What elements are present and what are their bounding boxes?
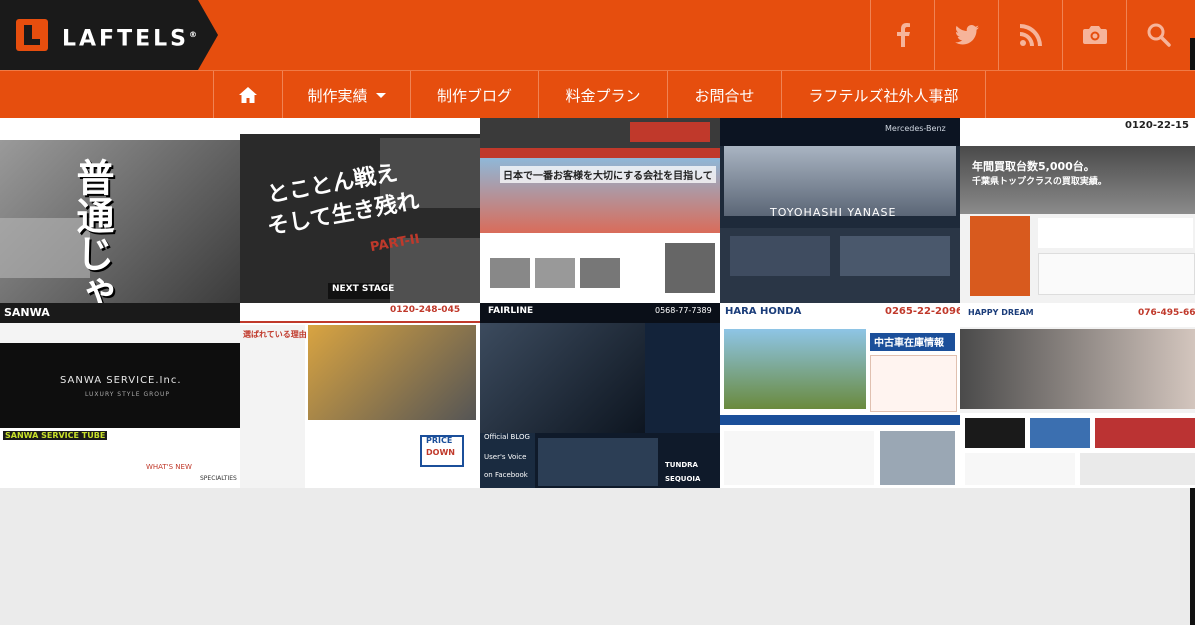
twitter-button[interactable] [934,0,999,70]
work-1-title: 普通じゃない [70,158,114,303]
header-bar: LAFTELS® [0,0,1195,70]
work-6-specialties: SPECIALTIES [200,475,237,482]
work-5-line2: 千葉県トップクラスの買取実績。 [972,177,1107,187]
nav-works[interactable]: 制作実績 [283,71,411,119]
camera-button[interactable] [1062,0,1127,70]
search-button[interactable] [1126,0,1191,70]
rss-button[interactable] [998,0,1063,70]
work-thumbnail-3[interactable]: 日本で一番お客様を大切にする会社を目指して [480,118,720,303]
work-8-phone: 0568-77-7389 [655,306,712,315]
work-3-banner: 日本で一番お客様を大切にする会社を目指して [500,166,716,183]
work-4-brand: Mercedes-Benz [885,124,946,133]
rss-icon [1020,24,1042,46]
work-9-brand: HARA HONDA [725,306,802,317]
work-8-sequoia: SEQUOIA [665,475,701,483]
work-6-news: WHAT'S NEW [146,463,192,471]
twitter-icon [955,25,979,45]
nav-home[interactable] [213,71,283,119]
work-thumbnail-1[interactable]: 普通じゃない [0,118,240,303]
home-icon [239,87,257,103]
work-10-brand: HAPPY DREAM [968,308,1034,317]
work-9-phone: 0265-22-2096 [885,306,960,317]
work-7-phone: 0120-248-045 [390,305,461,315]
main-nav: 制作実績 制作ブログ 料金プラン お問合せ ラフテルズ社外人事部 [0,70,1195,119]
work-8-brand: FAIRLINE [488,306,534,316]
nav-contact-label: お問合せ [694,86,755,105]
work-8-facebook: on Facebook [484,471,528,479]
work-5-line1: 年間買取台数5,000台。 [972,160,1095,173]
facebook-button[interactable] [870,0,935,70]
work-thumbnail-7[interactable]: 0120-248-045 選ばれている理由 PRICE DOWN [240,303,480,488]
nav-blog[interactable]: 制作ブログ [411,71,539,119]
nav-recruit[interactable]: ラフテルズ社外人事部 [782,71,986,119]
work-thumbnail-5[interactable]: 0120-22-15 年間買取台数5,000台。 千葉県トップクラスの買取実績。 [960,118,1195,303]
work-6-tube: SANWA SERVICE TUBE [3,431,108,440]
work-7-badge-bottom: DOWN [426,448,455,457]
work-7-heading: 選ばれている理由 [243,330,307,339]
laftels-mark-icon [16,19,48,51]
work-9-stock: 中古車在庫情報 [874,338,944,349]
facebook-icon [897,23,910,47]
work-5-phone: 0120-22-15 [1125,120,1189,131]
work-8-blog: Official BLOG [484,433,530,441]
work-thumbnail-8[interactable]: FAIRLINE 0568-77-7389 Official BLOG User… [480,303,720,488]
work-7-badge-top: PRICE [426,436,453,445]
logo[interactable]: LAFTELS® [0,0,218,70]
work-thumbnail-10[interactable]: HAPPY DREAM 076-495-66 [960,303,1195,488]
works-gallery: 普通じゃない とことん戦え そして生き残れ PART-II NEXT STAGE… [0,118,1195,488]
nav-contact[interactable]: お問合せ [668,71,782,119]
work-thumbnail-9[interactable]: HARA HONDA 0265-22-2096 中古車在庫情報 [720,303,960,488]
work-8-tundra: TUNDRA [665,461,698,469]
nav-recruit-label: ラフテルズ社外人事部 [808,86,959,105]
work-4-caption: TOYOHASHI YANASE [770,206,897,219]
nav-works-label: 制作実績 [307,86,368,105]
chevron-down-icon [375,92,386,98]
work-thumbnail-4[interactable]: Mercedes-Benz TOYOHASHI YANASE [720,118,960,303]
nav-blog-label: 制作ブログ [436,86,512,105]
logo-text: LAFTELS® [62,26,197,52]
work-6-company: SANWA SERVICE.Inc. [60,375,182,386]
work-6-sub: LUXURY STYLE GROUP [85,391,171,398]
search-icon [1147,23,1171,47]
camera-icon [1083,26,1107,44]
work-2-cta: NEXT STAGE [332,284,395,294]
work-8-voice: User's Voice [484,453,527,461]
nav-pricing[interactable]: 料金プラン [539,71,668,119]
work-10-phone: 076-495-66 [1138,308,1195,318]
nav-pricing-label: 料金プラン [565,86,641,105]
work-6-brand: SANWA [4,306,50,319]
work-thumbnail-6[interactable]: SANWA SANWA SERVICE.Inc. LUXURY STYLE GR… [0,303,240,488]
work-thumbnail-2[interactable]: とことん戦え そして生き残れ PART-II NEXT STAGE [240,118,480,303]
